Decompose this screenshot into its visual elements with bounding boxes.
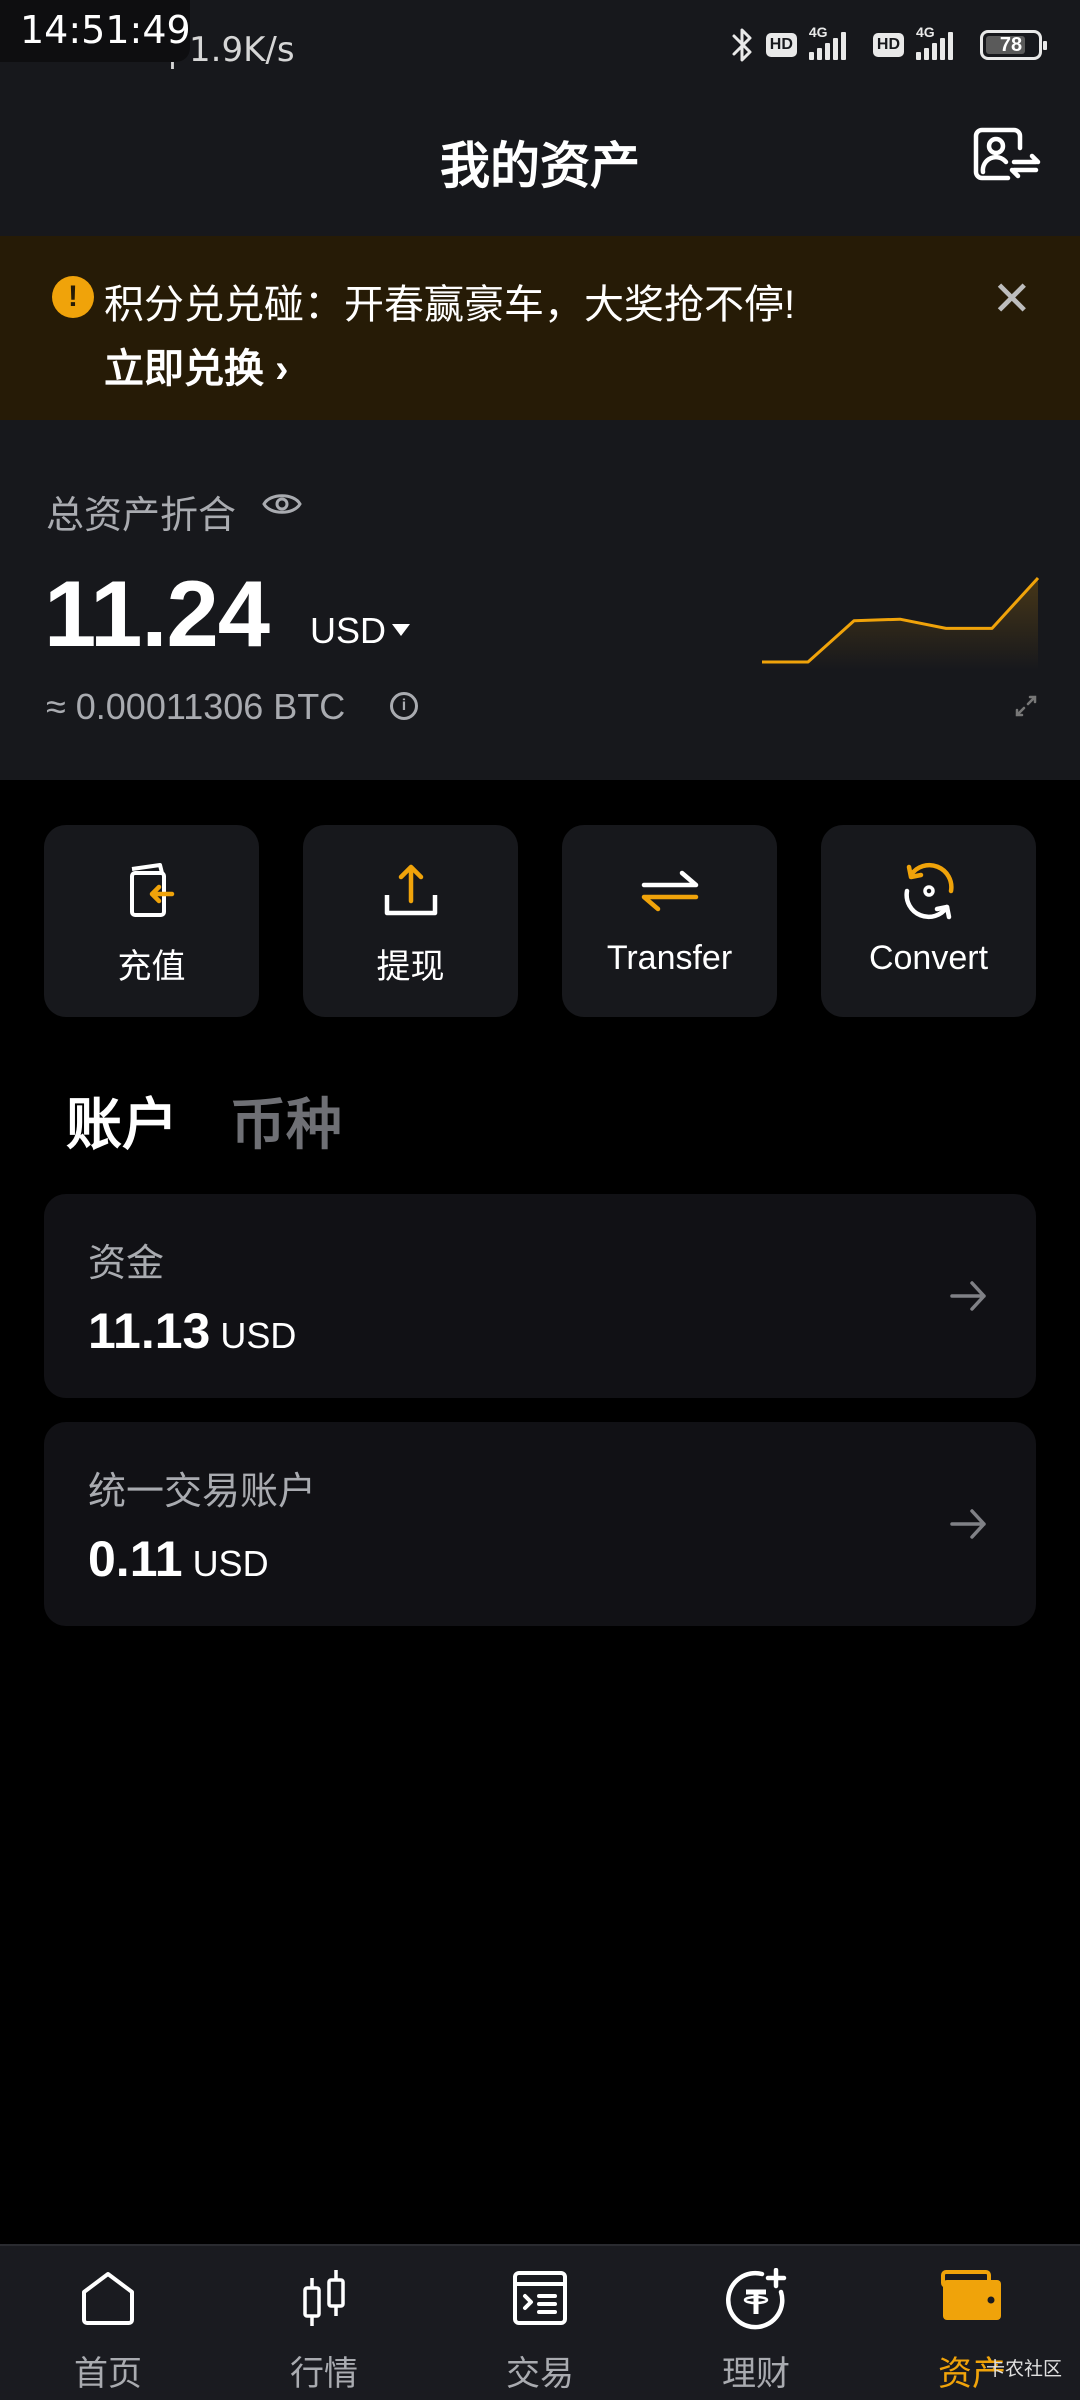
- arrow-right-icon: [950, 1281, 986, 1311]
- account-value: 11.13 USD: [88, 1302, 296, 1360]
- total-assets-amount: 11.24: [44, 561, 270, 666]
- nav-label: 交易: [506, 2355, 574, 2393]
- earn-icon: [726, 2268, 787, 2330]
- currency-selector[interactable]: USD: [310, 610, 386, 652]
- promo-banner[interactable]: ! 积分兑兑碰：开春赢豪车，大奖抢不停! 立即兑换 › ✕: [0, 236, 1080, 420]
- status-icons: HD 4G HD 4G 78: [730, 24, 1047, 64]
- header: 我的资产: [0, 96, 1080, 236]
- account-name: 统一交易账户: [88, 1471, 317, 1513]
- action-label: 充值: [117, 948, 186, 986]
- hd-badge: HD: [765, 33, 797, 57]
- signal-icon: 4G: [916, 24, 968, 60]
- total-assets-label: 总资产折合: [46, 495, 237, 537]
- battery-icon: 78: [980, 30, 1047, 60]
- eye-icon[interactable]: [262, 490, 302, 518]
- wallet-icon: [941, 2270, 1001, 2320]
- account-unit: USD: [192, 1543, 269, 1584]
- btc-equivalent: ≈ 0.00011306 BTC: [46, 686, 346, 727]
- account-value: 0.11 USD: [88, 1530, 269, 1588]
- account-switch-icon[interactable]: [972, 126, 1042, 186]
- nav-label: 行情: [290, 2355, 358, 2393]
- tab-currencies[interactable]: 币种: [230, 1080, 342, 1161]
- account-card-unified-trading[interactable]: 统一交易账户 0.11 USD: [44, 1422, 1036, 1626]
- signal-icon: 4G: [808, 24, 861, 60]
- quick-actions: 充值 提现 Transfer Convert: [44, 825, 1036, 1017]
- account-card-funding[interactable]: 资金 11.13 USD: [44, 1194, 1036, 1398]
- asset-trend-sparkline[interactable]: [760, 560, 1040, 670]
- account-name: 资金: [88, 1243, 165, 1285]
- deposit-button[interactable]: 充值: [44, 825, 259, 1017]
- page-title: 我的资产: [440, 138, 640, 194]
- action-label: 提现: [376, 948, 445, 986]
- home-icon: [82, 2272, 134, 2325]
- action-label: Transfer: [606, 939, 733, 977]
- withdraw-icon: [384, 864, 437, 916]
- account-unit: USD: [220, 1315, 297, 1356]
- transfer-button[interactable]: Transfer: [562, 825, 777, 1017]
- banner-cta-link[interactable]: 立即兑换 ›: [104, 336, 288, 394]
- bottom-nav: 首页 行情 交易 理财 资产: [0, 2244, 1080, 2400]
- overlay-clock-text: 14:51:49: [20, 8, 191, 52]
- nav-trade[interactable]: 交易: [432, 2246, 648, 2400]
- account-amount: 11.13: [88, 1303, 211, 1359]
- watermark: 卡农社区: [985, 2359, 1062, 2380]
- nav-home[interactable]: 首页: [0, 2246, 216, 2400]
- deposit-icon: [129, 863, 174, 917]
- battery-level: 78: [999, 33, 1023, 56]
- expand-icon[interactable]: [1014, 694, 1038, 718]
- nav-label: 理财: [722, 2355, 790, 2393]
- hd-badge: HD: [872, 33, 904, 57]
- trade-icon: [513, 2271, 567, 2325]
- arrow-right-icon: [950, 1509, 986, 1539]
- account-amount: 0.11: [88, 1531, 183, 1587]
- banner-message: 积分兑兑碰：开春赢豪车，大奖抢不停!: [104, 283, 796, 327]
- convert-button[interactable]: Convert: [821, 825, 1036, 1017]
- tab-accounts[interactable]: 账户: [66, 1080, 178, 1161]
- asset-tabs: 账户 币种: [66, 1080, 342, 1161]
- chevron-down-icon[interactable]: [392, 624, 410, 636]
- nav-markets[interactable]: 行情: [216, 2246, 432, 2400]
- convert-icon: [903, 862, 954, 920]
- info-icon[interactable]: i: [390, 692, 418, 720]
- nav-earn[interactable]: 理财: [648, 2246, 864, 2400]
- overlay-clock: 14:51:49: [0, 0, 191, 62]
- transfer-icon: [641, 870, 698, 912]
- bluetooth-icon: [732, 28, 752, 62]
- close-icon[interactable]: ✕: [992, 276, 1032, 324]
- action-label: Convert: [868, 939, 989, 977]
- candlestick-icon: [303, 2270, 345, 2326]
- nav-label: 首页: [74, 2355, 142, 2393]
- withdraw-button[interactable]: 提现: [303, 825, 518, 1017]
- warning-icon: !: [52, 276, 94, 318]
